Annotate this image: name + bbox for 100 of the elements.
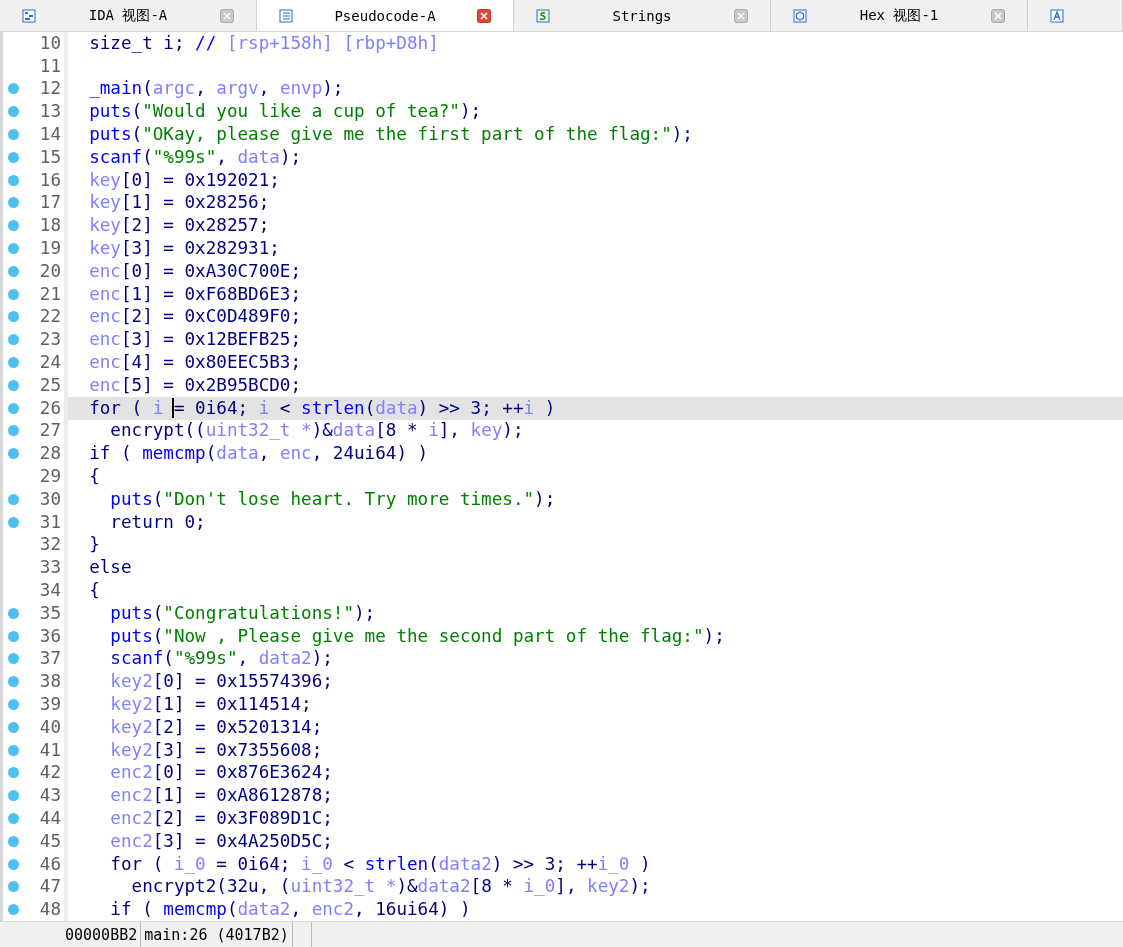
structure-icon (1050, 8, 1064, 23)
breakpoint-dot-icon[interactable] (7, 790, 19, 802)
line-number: 10 (38, 32, 61, 54)
code-line: enc2[1] = 0xA8612878; (109, 785, 333, 807)
line-number: 25 (38, 374, 61, 396)
breakpoint-dot-icon[interactable] (7, 151, 19, 163)
line-number: 38 (38, 671, 61, 693)
breakpoint-dot-icon[interactable] (7, 83, 19, 95)
line-number: 36 (38, 625, 61, 647)
line-number: 14 (38, 124, 61, 146)
code-line: enc[4] = 0x80EEC5B3; (88, 352, 302, 374)
code-line: size_t i; // [rsp+158h] [rbp+D8h] (88, 32, 439, 54)
line-number: 13 (38, 101, 61, 123)
breakpoint-dot-icon[interactable] (7, 813, 19, 824)
line-number: 26 (38, 397, 61, 419)
breakpoint-dot-icon[interactable] (7, 858, 19, 870)
breakpoint-dot-icon[interactable] (7, 676, 19, 688)
line-number: 37 (38, 648, 61, 670)
tab[interactable]: Hex 视图-1 (771, 0, 1028, 31)
breakpoint-dot-icon[interactable] (7, 653, 19, 665)
line-number: 21 (38, 283, 61, 305)
code-line: key[0] = 0x192021; (88, 169, 280, 191)
breakpoint-dot-icon[interactable] (7, 174, 19, 186)
breakpoint-dot-icon[interactable] (7, 288, 19, 300)
code-line: if ( memcmp(data2, enc2, 16ui64) ) (109, 899, 471, 921)
breakpoint-dot-icon[interactable] (7, 767, 19, 779)
code-line: if ( memcmp(data, enc, 24ui64) ) (88, 443, 429, 465)
status-offset: 00000BB2 (62, 922, 142, 947)
line-number: 41 (38, 739, 61, 761)
tab[interactable]: Pseudocode-A (257, 0, 514, 31)
code-line: encrypt2(32u, (uint32_t *)&data2[8 * i_0], key2); (130, 876, 651, 898)
tab[interactable]: IDA 视图-A (0, 0, 257, 31)
breakpoint-dot-icon[interactable] (7, 106, 19, 118)
code-line: key2[2] = 0x5201314; (109, 716, 323, 738)
code-line: puts("Congratulations!"); (109, 602, 376, 624)
breakpoint-dot-icon[interactable] (7, 516, 19, 528)
breakpoint-dot-icon[interactable] (7, 744, 19, 756)
close-icon[interactable] (220, 8, 234, 23)
line-number: 24 (38, 352, 61, 374)
line-number: 44 (38, 808, 61, 829)
code-line: puts("Would you like a cup of tea?"); (88, 101, 482, 123)
breakpoint-dot-icon[interactable] (7, 334, 19, 346)
breakpoint-dot-icon[interactable] (7, 197, 19, 209)
breakpoint-dot-icon[interactable] (7, 402, 19, 414)
breakpoint-dot-icon[interactable] (7, 311, 19, 323)
code-line: puts("OKay, please give me the first part of the flag:"); (88, 124, 693, 146)
code-line: enc[1] = 0xF68BD6E3; (88, 283, 302, 305)
code-line: for ( i_0 = 0i64; i_0 < strlen(data2) >> 3; ++i_0 ) (109, 853, 651, 875)
breakpoint-dot-icon[interactable] (7, 448, 19, 460)
breakpoint-dot-icon[interactable] (7, 243, 19, 255)
close-icon[interactable] (477, 8, 491, 23)
code-line: key2[0] = 0x15574396; (109, 671, 333, 693)
breakpoint-dot-icon[interactable] (7, 425, 19, 437)
line-number: 29 (38, 466, 61, 488)
line-number: 16 (38, 169, 61, 191)
line-number: 47 (38, 876, 61, 898)
tab-label: IDA 视图-A (87, 6, 169, 25)
code-line: enc[3] = 0x12BEFB25; (88, 329, 302, 351)
code-line: key[2] = 0x28257; (88, 215, 270, 237)
code-line: _main(argc, argv, envp); (88, 78, 344, 100)
line-number: 20 (38, 260, 61, 282)
code-line: } (88, 534, 100, 556)
close-icon[interactable] (734, 8, 748, 23)
breakpoint-dot-icon[interactable] (7, 835, 19, 847)
breakpoint-dot-icon[interactable] (7, 220, 19, 232)
code-line: else (88, 557, 132, 579)
line-number: 43 (38, 785, 61, 807)
close-icon[interactable] (991, 8, 1005, 23)
tab[interactable]: Strings (514, 0, 771, 31)
breakpoint-dot-icon[interactable] (7, 699, 19, 710)
breakpoint-dot-icon[interactable] (7, 265, 19, 277)
code-line: return 0; (109, 511, 206, 533)
code-line: puts("Don't lose heart. Try more times."); (109, 488, 556, 510)
code-line: key2[3] = 0x7355608; (109, 739, 323, 761)
code-line: puts("Now , Please give me the second part of the flag:"); (109, 625, 725, 647)
line-number: 12 (38, 78, 61, 100)
line-number: 34 (38, 580, 61, 601)
line-number: 23 (38, 329, 61, 351)
code-line: scanf("%99s", data2); (109, 648, 333, 670)
breakpoint-dot-icon[interactable] (7, 904, 19, 916)
line-number: 18 (38, 215, 61, 237)
graph-view-icon (22, 8, 36, 23)
line-number: 45 (38, 830, 61, 852)
line-number: 40 (38, 716, 61, 738)
line-number: 32 (38, 534, 61, 556)
tab-label: Pseudocode-A (333, 7, 437, 24)
line-number: 39 (38, 694, 61, 715)
breakpoint-dot-icon[interactable] (7, 493, 19, 505)
line-number: 31 (38, 511, 61, 533)
line-number: 33 (38, 557, 61, 579)
breakpoint-dot-icon[interactable] (7, 881, 19, 893)
tab-label: Strings (611, 7, 673, 24)
breakpoint-dot-icon[interactable] (7, 630, 19, 642)
code-line: enc2[0] = 0x876E3624; (109, 762, 333, 784)
breakpoint-dot-icon[interactable] (7, 607, 19, 619)
breakpoint-dot-icon[interactable] (7, 357, 19, 369)
breakpoint-dot-icon[interactable] (7, 379, 19, 391)
breakpoint-dot-icon[interactable] (7, 129, 19, 141)
status-location: main:26 (4017B2) (141, 922, 293, 947)
breakpoint-dot-icon[interactable] (7, 721, 19, 733)
